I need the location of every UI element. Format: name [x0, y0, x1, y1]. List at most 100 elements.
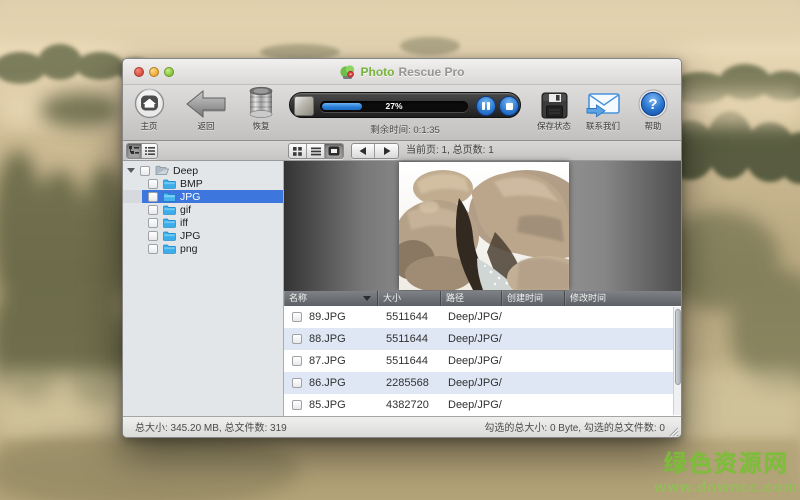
page-nav-segmented	[351, 143, 399, 159]
status-totals: 总大小: 345.20 MB, 总文件数: 319	[135, 417, 287, 438]
pause-button[interactable]	[476, 96, 496, 116]
column-header-created[interactable]: 创建时间	[502, 291, 565, 306]
table-row[interactable]: 89.JPG 5511644 Deep/JPG/	[284, 306, 682, 328]
back-button[interactable]: 返回	[184, 85, 228, 141]
save-state-button[interactable]: 保存状态	[534, 85, 574, 141]
app-logo-icon	[339, 64, 356, 80]
preview-view-icon	[328, 146, 340, 156]
checkbox[interactable]	[292, 334, 302, 344]
mail-envelope-icon	[585, 85, 622, 119]
toolbar: 主页 返回	[123, 85, 681, 141]
home-button[interactable]: 主页	[129, 85, 169, 141]
list-view-icon	[311, 147, 321, 156]
checkbox[interactable]	[148, 218, 158, 228]
checkbox[interactable]	[148, 179, 158, 189]
contact-us-button[interactable]: 联系我们	[581, 85, 625, 141]
tree-item-jpg2[interactable]: JPG	[123, 229, 283, 242]
file-size: 5511644	[378, 355, 441, 367]
checkbox[interactable]	[148, 231, 158, 241]
file-name: 89.JPG	[309, 311, 346, 323]
window-title: Photo Rescue Pro	[123, 59, 681, 85]
checkbox[interactable]	[292, 312, 302, 322]
checkbox[interactable]	[148, 244, 158, 254]
file-name: 88.JPG	[309, 333, 346, 345]
grid-view-button[interactable]	[289, 144, 307, 158]
titlebar[interactable]: Photo Rescue Pro	[123, 59, 681, 85]
tree-item-label: BMP	[180, 178, 203, 190]
recover-cylinder-icon	[248, 85, 274, 119]
file-path: Deep/JPG/	[441, 399, 502, 411]
tree-item-gif[interactable]: gif	[123, 203, 283, 216]
table-header-row: 名称 大小 路径 创建时间 修改时间	[284, 291, 682, 306]
file-table: 名称 大小 路径 创建时间 修改时间 89.JPG 5511644 Deep/J…	[284, 291, 682, 416]
scrollbar-thumb[interactable]	[675, 309, 681, 385]
column-header-size[interactable]: 大小	[378, 291, 441, 306]
back-label: 返回	[197, 120, 214, 132]
column-header-modified[interactable]: 修改时间	[565, 291, 682, 306]
root-folder-icon	[155, 165, 169, 176]
view-mode-segmented	[288, 143, 344, 159]
status-checked-totals: 勾选的总大小: 0 Byte, 勾选的总文件数: 0	[484, 417, 665, 438]
file-name: 85.JPG	[309, 399, 346, 411]
folder-icon	[163, 244, 176, 254]
checkbox[interactable]	[148, 205, 158, 215]
tree-item-iff[interactable]: iff	[123, 216, 283, 229]
app-window: Photo Rescue Pro 主页	[122, 58, 682, 438]
sidebar-view-segmented	[126, 143, 158, 159]
remaining-time: 剩余时间: 0:1:35	[289, 122, 521, 136]
file-name: 87.JPG	[309, 355, 346, 367]
file-path: Deep/JPG/	[441, 377, 502, 389]
sort-descending-icon	[363, 296, 371, 301]
floppy-disk-icon	[541, 85, 568, 119]
stop-button[interactable]	[499, 96, 519, 116]
tree-view-icon	[129, 146, 139, 156]
help-button[interactable]: ? 帮助	[633, 85, 673, 141]
desktop: 绿色资源网 www.downcc.com Photo Rescue Pro	[0, 0, 800, 500]
progress-bar-group: 27%	[289, 92, 521, 118]
column-header-name[interactable]: 名称	[284, 291, 378, 306]
folder-icon	[163, 231, 176, 241]
tree-item-png[interactable]: png	[123, 242, 283, 255]
tree-view-button[interactable]	[127, 144, 142, 158]
home-icon	[134, 85, 165, 119]
tree-item-bmp[interactable]: BMP	[123, 177, 283, 190]
checkbox[interactable]	[292, 378, 302, 388]
resize-grip[interactable]	[668, 426, 679, 437]
list-view-button[interactable]	[307, 144, 325, 158]
folder-icon	[163, 205, 176, 215]
checkbox[interactable]	[148, 192, 158, 202]
flat-list-view-button[interactable]	[142, 144, 157, 158]
svg-text:?: ?	[648, 96, 657, 113]
prev-page-button[interactable]	[352, 144, 375, 158]
app-name-rest: Rescue Pro	[398, 65, 464, 79]
table-row[interactable]: 87.JPG 5511644 Deep/JPG/	[284, 350, 682, 372]
checkbox[interactable]	[140, 166, 150, 176]
file-name: 86.JPG	[309, 377, 346, 389]
tree-item-label: png	[180, 243, 198, 255]
file-path: Deep/JPG/	[441, 355, 502, 367]
file-size: 4382720	[378, 399, 441, 411]
folder-tree-sidebar: Deep BMP JPG gif	[123, 161, 284, 416]
save-state-label: 保存状态	[537, 120, 571, 132]
recover-button[interactable]: 恢复	[241, 85, 281, 141]
file-size: 5511644	[378, 333, 441, 345]
table-row[interactable]: 86.JPG 2285568 Deep/JPG/	[284, 372, 682, 394]
help-question-icon: ?	[638, 85, 668, 119]
next-page-icon	[383, 147, 391, 155]
tree-item-root[interactable]: Deep	[123, 164, 283, 177]
preview-photo-rocks	[399, 162, 569, 290]
next-page-button[interactable]	[375, 144, 398, 158]
progress-track: 27%	[320, 101, 468, 112]
folder-icon	[163, 192, 176, 202]
tree-item-jpg-selected[interactable]: JPG	[123, 190, 283, 203]
checkbox[interactable]	[292, 400, 302, 410]
checkbox[interactable]	[292, 356, 302, 366]
disclosure-triangle-icon[interactable]	[127, 168, 135, 173]
table-row[interactable]: 88.JPG 5511644 Deep/JPG/	[284, 328, 682, 350]
preview-view-button[interactable]	[325, 144, 343, 158]
file-path: Deep/JPG/	[441, 311, 502, 323]
tree-item-label: iff	[180, 217, 188, 229]
vertical-scrollbar[interactable]	[673, 307, 682, 415]
table-row[interactable]: 85.JPG 4382720 Deep/JPG/	[284, 394, 682, 416]
column-header-path[interactable]: 路径	[441, 291, 502, 306]
